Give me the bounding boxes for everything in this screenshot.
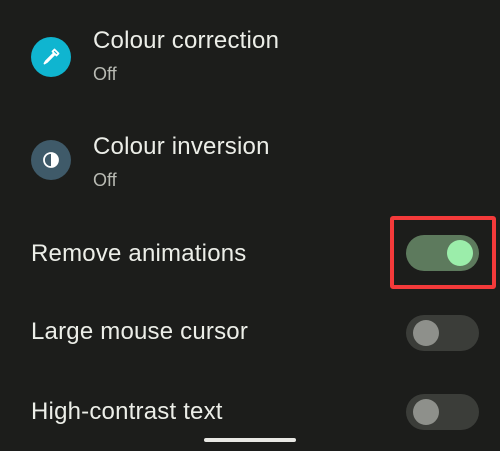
- high-contrast-text-toggle[interactable]: [406, 394, 479, 430]
- large-mouse-cursor-toggle[interactable]: [406, 315, 479, 351]
- high-contrast-text-title: High-contrast text: [31, 398, 223, 425]
- colour-inversion-status: Off: [93, 170, 117, 190]
- navigation-handle[interactable]: [204, 438, 296, 442]
- highlight-annotation: [390, 216, 496, 289]
- colour-correction-status: Off: [93, 64, 117, 84]
- remove-animations-title: Remove animations: [31, 240, 247, 267]
- large-mouse-cursor-title: Large mouse cursor: [31, 318, 249, 345]
- toggle-thumb: [413, 320, 439, 346]
- colour-inversion-title: Colour inversion: [93, 133, 270, 160]
- eyedropper-icon: [31, 37, 71, 77]
- contrast-icon: [31, 140, 71, 180]
- colour-correction-title: Colour correction: [93, 27, 280, 54]
- colour-inversion-item[interactable]: Colour inversion Off: [0, 106, 500, 211]
- large-mouse-cursor-item[interactable]: Large mouse cursor: [0, 293, 500, 371]
- colour-correction-item[interactable]: Colour correction Off: [0, 0, 500, 105]
- toggle-thumb: [413, 399, 439, 425]
